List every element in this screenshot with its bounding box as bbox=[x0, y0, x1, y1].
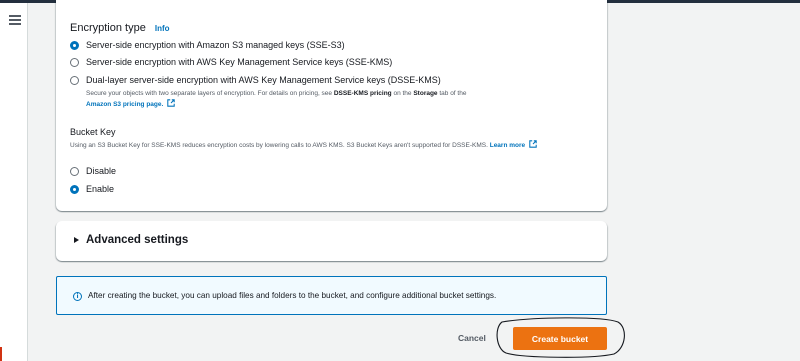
learn-more-link[interactable]: Learn more bbox=[490, 142, 525, 149]
edge-marker bbox=[0, 347, 2, 361]
bucket-key-desc-text: Using an S3 Bucket Key for SSE-KMS reduc… bbox=[70, 142, 488, 149]
external-link-icon[interactable] bbox=[529, 140, 537, 148]
desc-text: Secure your objects with two separate la… bbox=[86, 90, 334, 97]
info-circle-icon: i bbox=[73, 292, 82, 301]
default-encryption-panel: Encryption type Info Server-side encrypt… bbox=[56, 0, 607, 211]
radio-button[interactable] bbox=[70, 166, 79, 176]
radio-button[interactable] bbox=[70, 57, 79, 67]
radio-button-selected[interactable] bbox=[70, 40, 79, 50]
s3-pricing-link[interactable]: Amazon S3 pricing page. bbox=[86, 101, 163, 108]
bucket-key-description: Using an S3 Bucket Key for SSE-KMS reduc… bbox=[70, 140, 590, 151]
radio-label-disable: Disable bbox=[86, 166, 117, 176]
hamburger-menu-icon[interactable] bbox=[9, 15, 21, 25]
radio-dsse-kms[interactable]: Dual-layer server-side encryption with A… bbox=[70, 75, 441, 85]
radio-button-selected[interactable] bbox=[70, 184, 79, 194]
info-alert-text: After creating the bucket, you can uploa… bbox=[88, 291, 497, 300]
external-link-icon[interactable] bbox=[167, 99, 175, 107]
encryption-type-label: Encryption type Info bbox=[70, 22, 170, 34]
radio-button[interactable] bbox=[70, 75, 79, 85]
storage-tab-text: Storage bbox=[413, 90, 438, 97]
cancel-button[interactable]: Cancel bbox=[458, 333, 486, 343]
dsse-pricing-text: DSSE-KMS pricing bbox=[333, 90, 392, 97]
radio-bucket-key-enable[interactable]: Enable bbox=[70, 184, 114, 194]
radio-label-sse-s3: Server-side encryption with Amazon S3 ma… bbox=[86, 40, 345, 50]
bucket-key-title: Bucket Key bbox=[70, 127, 116, 137]
desc-text: on the bbox=[391, 90, 414, 97]
dsse-kms-description: Secure your objects with two separate la… bbox=[86, 89, 596, 110]
radio-label-enable: Enable bbox=[86, 184, 115, 194]
radio-sse-kms[interactable]: Server-side encryption with AWS Key Mana… bbox=[70, 57, 392, 67]
encryption-type-heading: Encryption type bbox=[70, 22, 146, 34]
info-link[interactable]: Info bbox=[155, 24, 170, 33]
radio-sse-s3[interactable]: Server-side encryption with Amazon S3 ma… bbox=[70, 40, 345, 50]
left-navigation-rail bbox=[0, 3, 28, 361]
hand-drawn-circle-annotation bbox=[496, 317, 625, 358]
caret-right-icon[interactable] bbox=[74, 237, 79, 243]
info-alert: i After creating the bucket, you can upl… bbox=[56, 276, 607, 315]
advanced-settings-label: Advanced settings bbox=[86, 234, 189, 246]
radio-label-dsse-kms: Dual-layer server-side encryption with A… bbox=[86, 75, 441, 85]
radio-label-sse-kms: Server-side encryption with AWS Key Mana… bbox=[86, 57, 393, 67]
radio-bucket-key-disable[interactable]: Disable bbox=[70, 166, 116, 176]
desc-text: tab of the bbox=[437, 90, 467, 97]
advanced-settings-expander[interactable]: Advanced settings bbox=[56, 221, 607, 261]
